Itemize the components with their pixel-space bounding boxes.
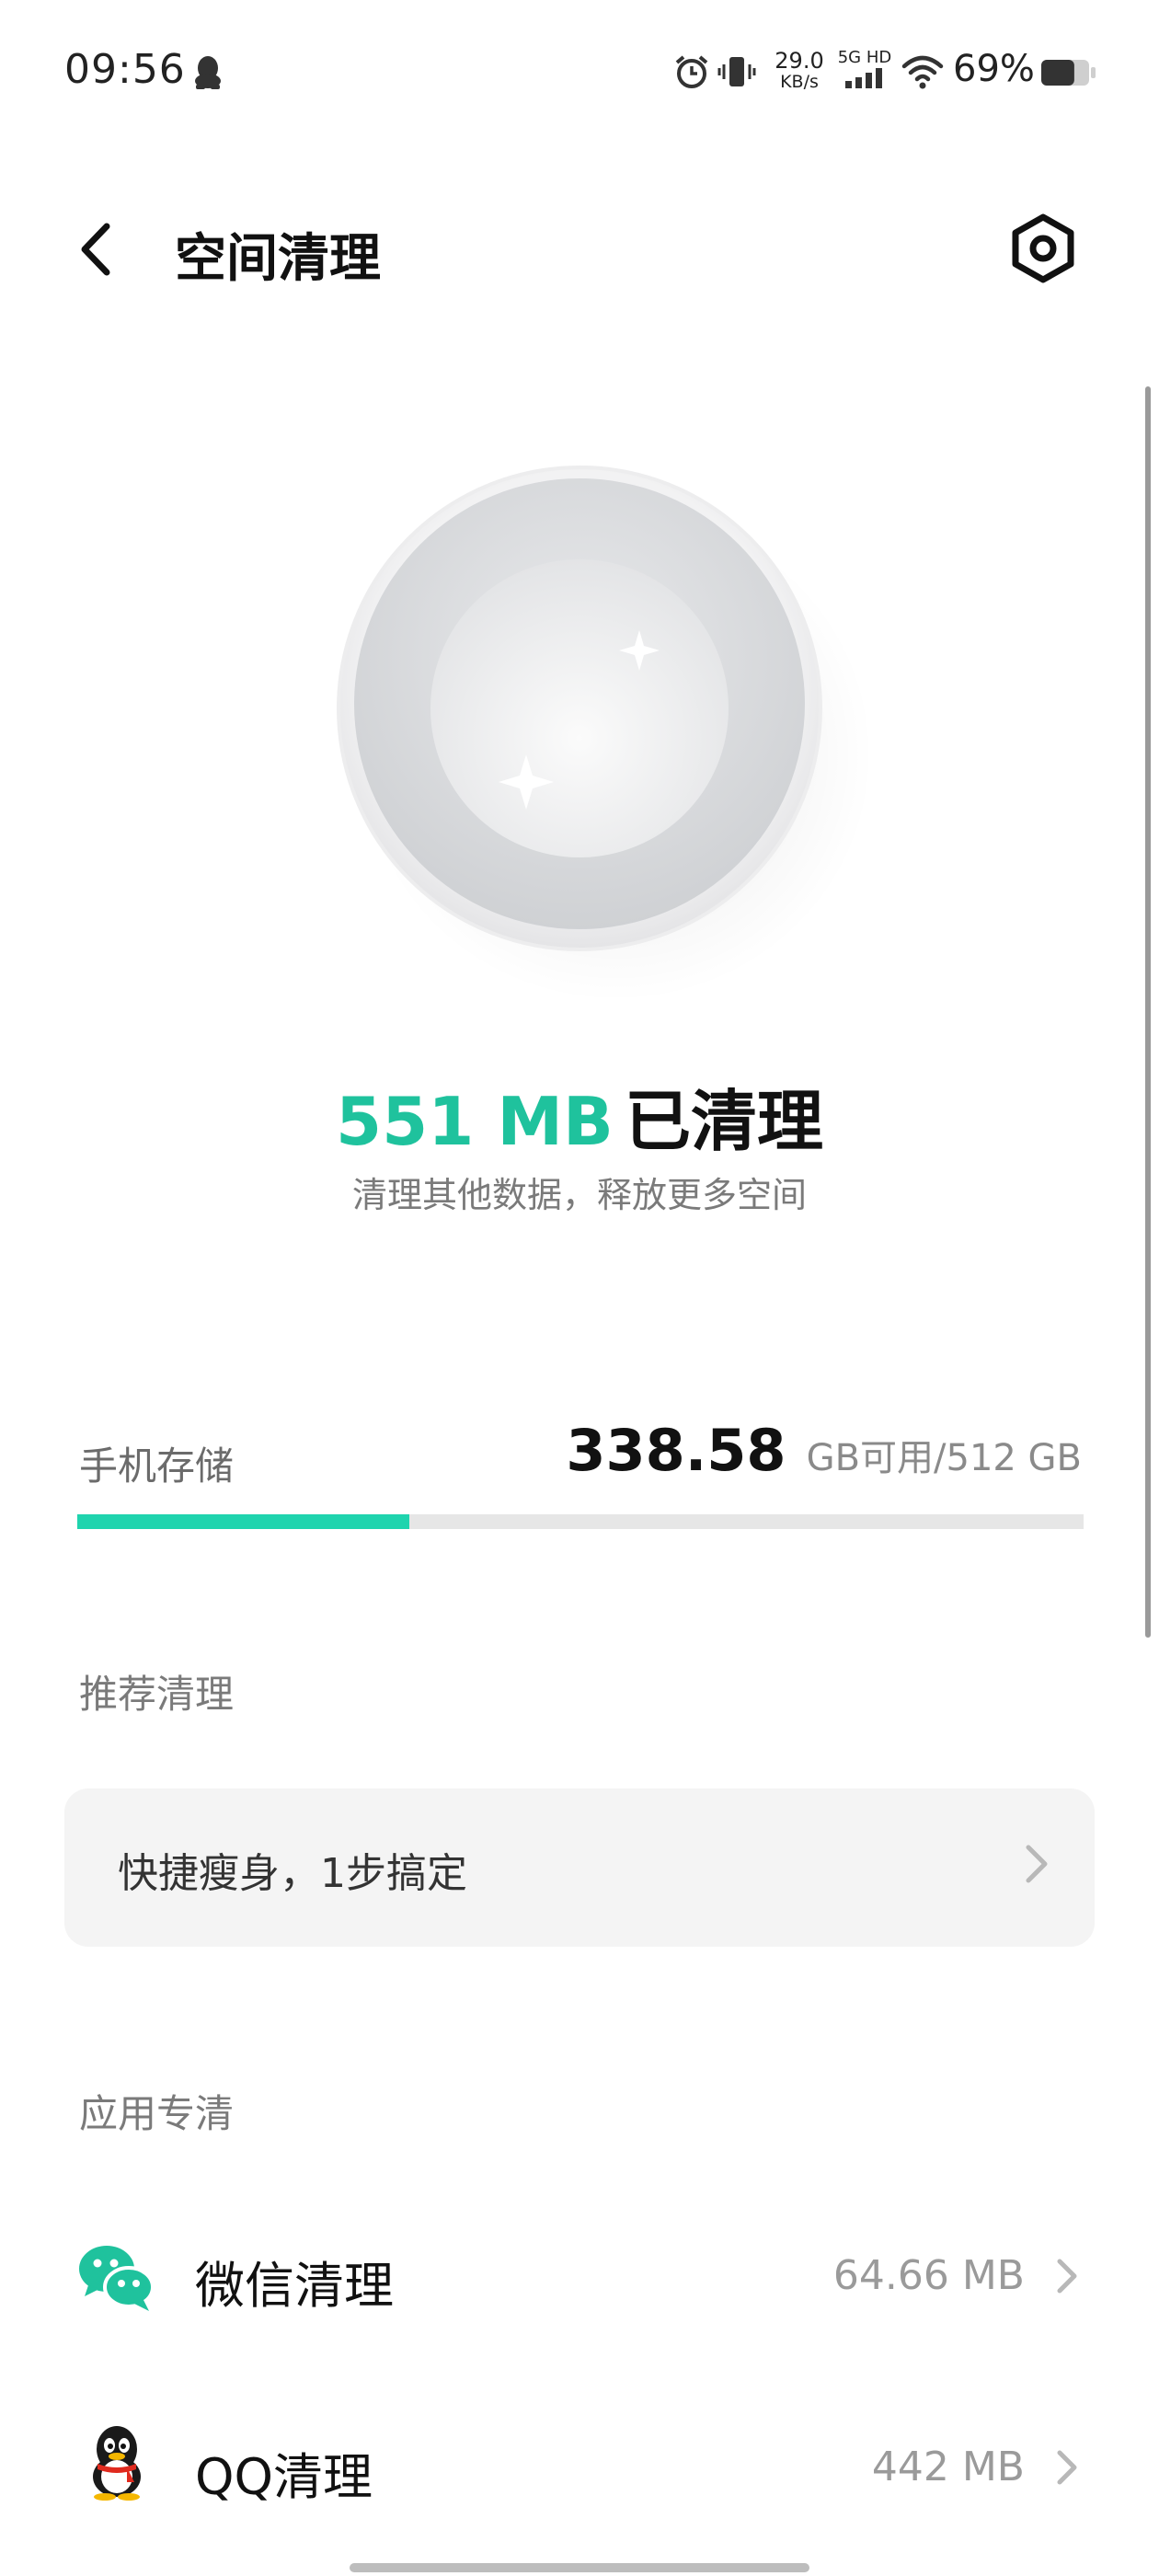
back-button[interactable] <box>70 217 125 282</box>
cleaned-result: 551 MB 已清理 <box>0 1067 1159 1164</box>
chevron-right-icon <box>1054 2444 1080 2491</box>
wifi-icon <box>901 53 944 90</box>
storage-progress-bar <box>77 1514 1084 1529</box>
signal-bars-icon <box>845 68 882 88</box>
vibrate-icon <box>717 53 756 90</box>
battery-percent: 69% <box>953 48 1035 90</box>
quick-slim-card[interactable]: 快捷瘦身，1步搞定 <box>64 1788 1095 1947</box>
page-title: 空间清理 <box>175 229 381 289</box>
status-time: 09:56 <box>64 46 186 93</box>
chevron-right-icon <box>1054 2252 1080 2300</box>
battery-icon <box>1039 57 1096 88</box>
settings-hexagon-icon <box>1012 213 1074 283</box>
qq-cleanup-label: QQ清理 <box>195 2448 373 2506</box>
wechat-cleanup-row[interactable]: 微信清理 64.66 MB <box>0 2201 1159 2357</box>
storage-label: 手机存储 <box>79 1443 235 1489</box>
gesture-navigation-bar[interactable] <box>350 2563 809 2572</box>
cleaned-label: 已清理 <box>624 1083 823 1160</box>
app-cleanup-section-title: 应用专清 <box>79 2091 235 2136</box>
storage-value: 338.58 GB可用/512 GB <box>566 1417 1082 1484</box>
cleaned-amount: 551 MB <box>336 1083 614 1160</box>
wechat-cleanup-size: 64.66 MB <box>832 2252 1025 2299</box>
storage-unit-text: GB可用/512 GB <box>806 1437 1082 1479</box>
scrollbar[interactable] <box>1145 386 1151 1638</box>
alarm-icon <box>673 53 710 90</box>
storage-free-value: 338.58 <box>566 1417 786 1484</box>
qq-cleanup-row[interactable]: QQ清理 442 MB <box>0 2396 1159 2552</box>
result-subtitle: 清理其他数据，释放更多空间 <box>351 1175 807 1215</box>
network-speed: 29.0 KB/s <box>769 50 830 91</box>
quick-slim-text: 快捷瘦身，1步搞定 <box>118 1850 467 1897</box>
wechat-cleanup-label: 微信清理 <box>195 2257 394 2315</box>
status-bar: 09:56 29.0 KB/s 5G HD 69% <box>0 0 1159 138</box>
qq-icon <box>77 2421 156 2501</box>
qq-notification-icon <box>191 53 224 90</box>
settings-button[interactable] <box>1006 212 1080 285</box>
network-type-label: 5G HD <box>837 48 892 67</box>
clean-bowl-illustration <box>313 442 883 1012</box>
chevron-left-icon <box>81 223 110 276</box>
chevron-right-icon <box>1023 1838 1050 1890</box>
wechat-icon <box>77 2237 156 2317</box>
cellular-indicator: 5G HD <box>833 50 896 88</box>
qq-cleanup-size: 442 MB <box>871 2444 1025 2490</box>
network-speed-value: 29.0 <box>775 48 824 74</box>
network-speed-unit: KB/s <box>780 72 819 92</box>
recommended-section-title: 推荐清理 <box>79 1672 235 1717</box>
storage-progress-fill <box>77 1514 410 1529</box>
